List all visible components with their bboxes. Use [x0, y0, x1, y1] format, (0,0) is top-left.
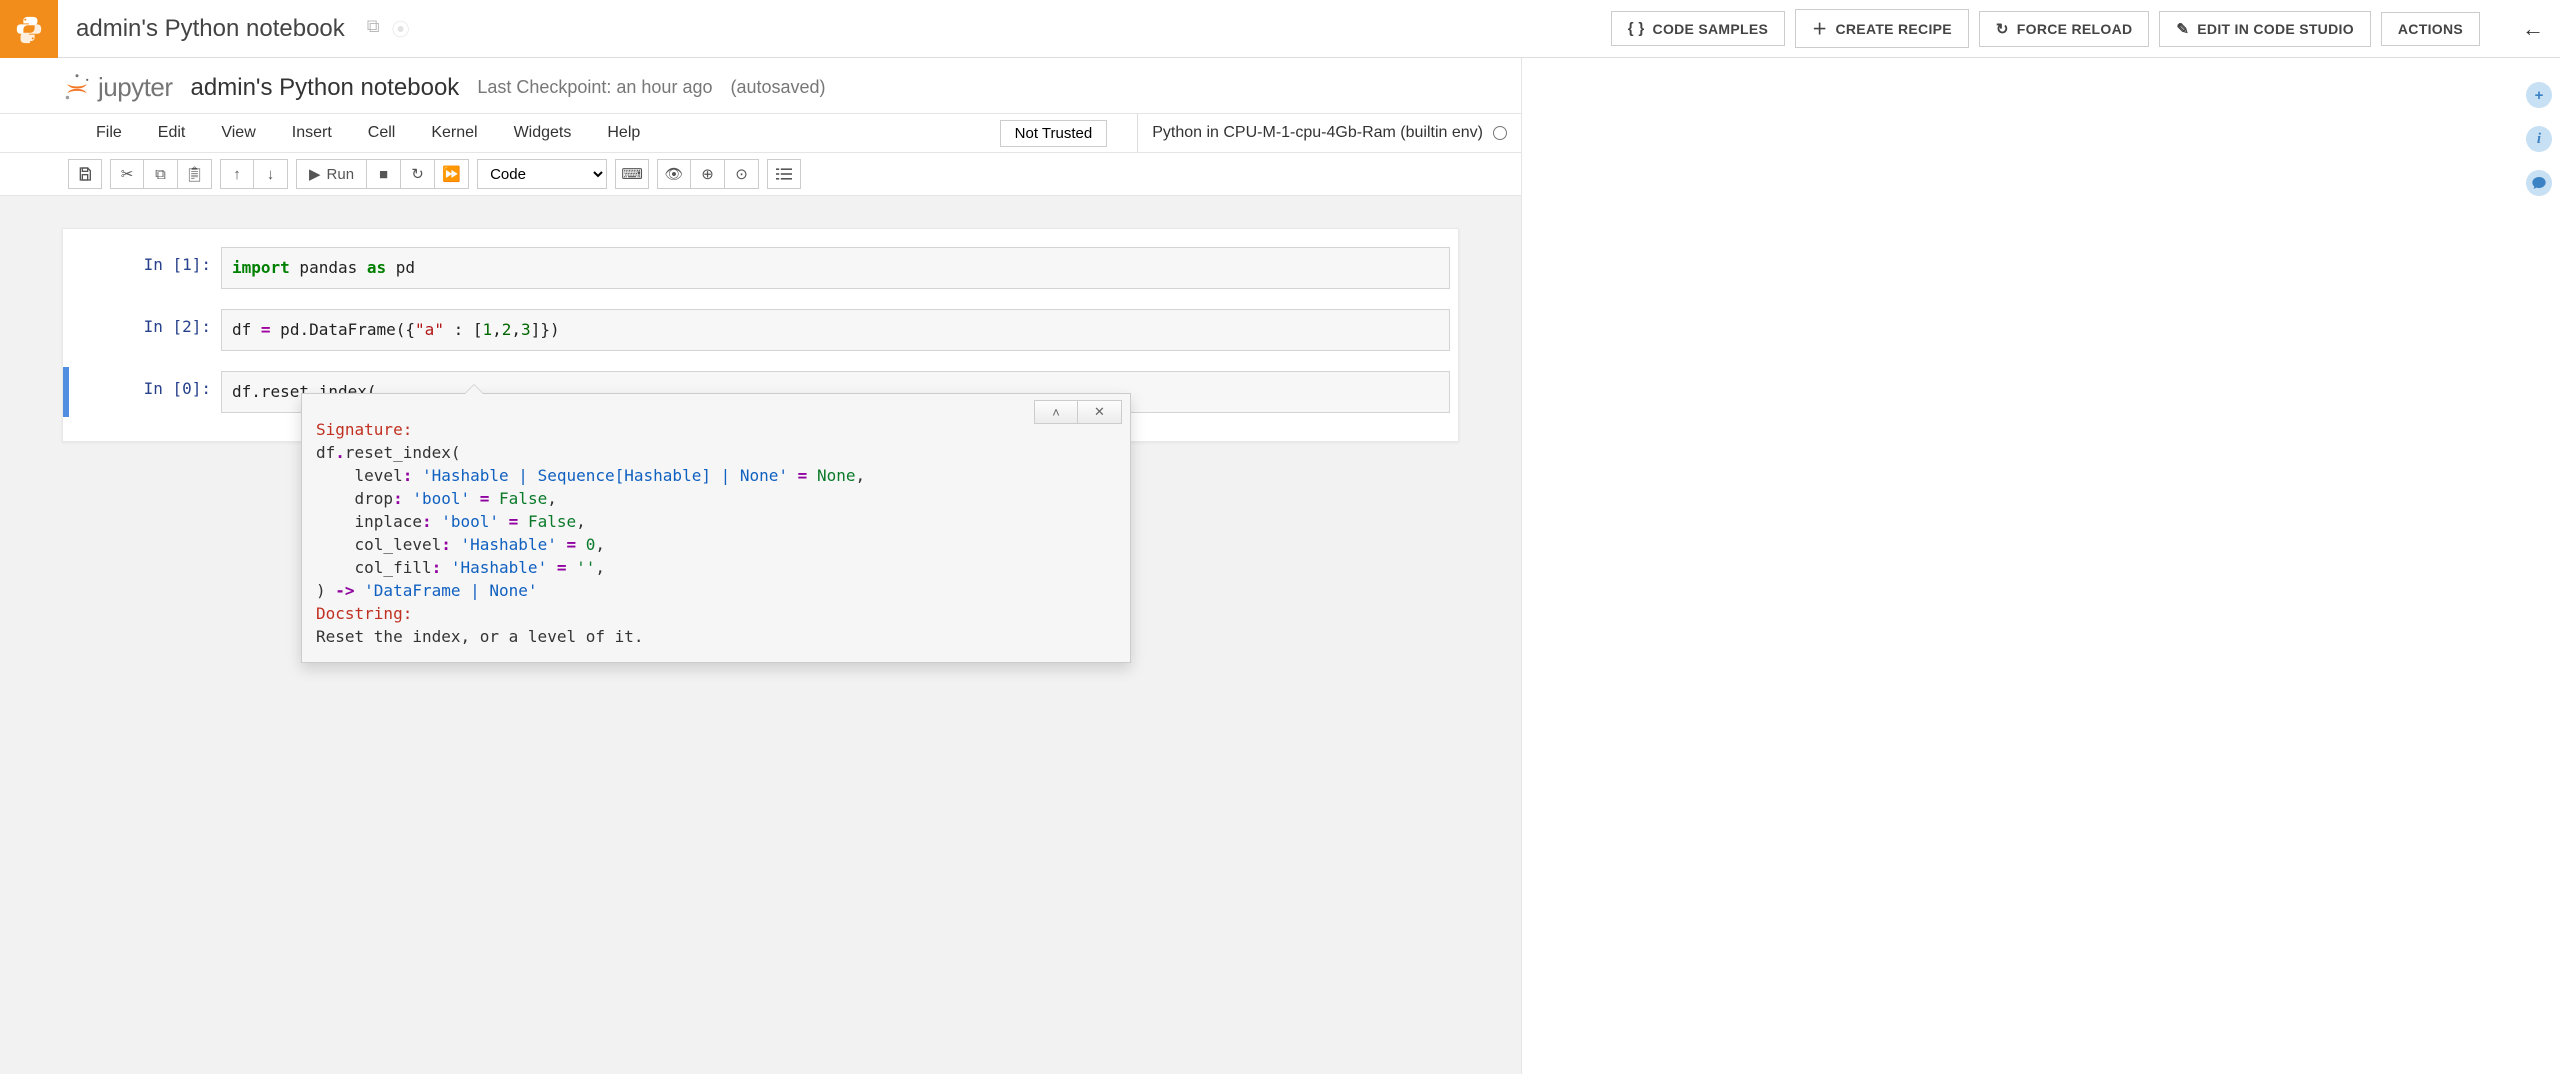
target-in-button[interactable]: ⊕ [691, 159, 725, 189]
jupyter-logo-text: jupyter [98, 72, 173, 103]
run-button[interactable]: ▶ Run [296, 159, 367, 189]
page-title: admin's Python notebook [76, 15, 345, 43]
python-logo-icon [0, 0, 58, 58]
kernel-name-text: Python in CPU-M-1-cpu-4Gb-Ram (builtin e… [1152, 124, 1483, 142]
kernel-status-icon [1493, 126, 1507, 140]
actions-button[interactable]: ACTIONS [2381, 12, 2480, 46]
header-buttons: { } CODE SAMPLES ＋ CREATE RECIPE ↻ FORCE… [1611, 9, 2480, 48]
docstring-tooltip: ˄ ✕ Signature: df.reset_index( level: 'H… [301, 393, 1131, 663]
command-palette-button[interactable] [767, 159, 801, 189]
edit-code-studio-button[interactable]: ✎ EDIT IN CODE STUDIO [2159, 11, 2370, 47]
play-icon: ▶ [309, 165, 321, 183]
trust-button[interactable]: Not Trusted [1000, 120, 1108, 147]
menu-help[interactable]: Help [589, 118, 658, 148]
move-down-button[interactable]: ↓ [254, 159, 288, 189]
save-button[interactable] [68, 159, 102, 189]
copy-button[interactable]: ⧉ [144, 159, 178, 189]
interrupt-button[interactable]: ■ [367, 159, 401, 189]
side-pill-info[interactable] [2526, 126, 2552, 152]
toolbar: ✂ ⧉ 📋︎ ↑ ↓ ▶ Run ■ ↻ ⏩ Code ⌨ 👁 ⊕ ⊙ [0, 153, 1521, 196]
kernel-indicator-area[interactable]: Python in CPU-M-1-cpu-4Gb-Ram (builtin e… [1137, 114, 1507, 152]
restart-button[interactable]: ↻ [401, 159, 435, 189]
tooltip-close-button[interactable]: ✕ [1078, 400, 1122, 424]
cell-input[interactable]: df = pd.DataFrame({"a" : [1,2,3]}) [221, 309, 1450, 351]
cell-prompt: In [0]: [71, 371, 221, 398]
move-up-button[interactable]: ↑ [220, 159, 254, 189]
menu-kernel[interactable]: Kernel [413, 118, 495, 148]
restart-run-all-button[interactable]: ⏩ [435, 159, 469, 189]
menu-insert[interactable]: Insert [274, 118, 350, 148]
cell-prompt: In [1]: [71, 247, 221, 274]
create-recipe-button[interactable]: ＋ CREATE RECIPE [1795, 9, 1969, 48]
menu-widgets[interactable]: Widgets [496, 118, 590, 148]
target-out-button[interactable]: ⊙ [725, 159, 759, 189]
app-header: admin's Python notebook ⧉ ⦿ { } CODE SAM… [0, 0, 2560, 58]
cell-input[interactable]: import pandas as pd [221, 247, 1450, 289]
reload-icon: ↻ [1996, 20, 2009, 38]
copy-icon[interactable]: ⧉ [367, 16, 380, 42]
autosave-text: (autosaved) [730, 77, 825, 98]
side-pill-chat[interactable] [2526, 170, 2552, 196]
code-cell[interactable]: In [1]:import pandas as pd [63, 243, 1458, 293]
tooltip-expand-button[interactable]: ˄ [1034, 400, 1078, 424]
menu-file[interactable]: File [78, 118, 140, 148]
plus-icon: ＋ [1812, 18, 1827, 39]
notebook-name[interactable]: admin's Python notebook [191, 74, 460, 102]
pencil-icon: ✎ [2176, 20, 2189, 38]
code-cell[interactable]: In [2]:df = pd.DataFrame({"a" : [1,2,3]}… [63, 305, 1458, 355]
title-actions: ⧉ ⦿ [367, 16, 410, 42]
variable-inspector-button[interactable]: 👁 [657, 159, 691, 189]
menu-edit[interactable]: Edit [140, 118, 204, 148]
menubar: File Edit View Insert Cell Kernel Widget… [0, 113, 1521, 153]
cell-prompt: In [2]: [71, 309, 221, 336]
keyboard-icon[interactable]: ⌨ [615, 159, 649, 189]
notebook-inner: In [1]:import pandas as pdIn [2]:df = pd… [62, 228, 1459, 442]
checkpoint-text: Last Checkpoint: an hour ago [477, 77, 712, 98]
code-samples-button[interactable]: { } CODE SAMPLES [1611, 11, 1785, 46]
jupyter-header: jupyter admin's Python notebook Last Che… [0, 58, 1521, 113]
menu-cell[interactable]: Cell [350, 118, 414, 148]
notebook-frame: jupyter admin's Python notebook Last Che… [0, 58, 1522, 1074]
cell-type-select[interactable]: Code [477, 159, 607, 189]
tooltip-content: Signature: df.reset_index( level: 'Hasha… [302, 394, 1130, 662]
refresh-icon[interactable]: ⦿ [392, 16, 410, 42]
back-arrow-icon[interactable]: ← [2522, 0, 2544, 57]
menu-view[interactable]: View [203, 118, 273, 148]
paste-button[interactable]: 📋︎ [178, 159, 212, 189]
side-pill-add[interactable] [2526, 82, 2552, 108]
notebook-body: In [1]:import pandas as pdIn [2]:df = pd… [0, 196, 1521, 1074]
braces-icon: { } [1628, 20, 1645, 37]
force-reload-button[interactable]: ↻ FORCE RELOAD [1979, 11, 2149, 47]
jupyter-logo[interactable]: jupyter [62, 72, 173, 103]
cut-button[interactable]: ✂ [110, 159, 144, 189]
side-pill-bar [2526, 82, 2552, 196]
